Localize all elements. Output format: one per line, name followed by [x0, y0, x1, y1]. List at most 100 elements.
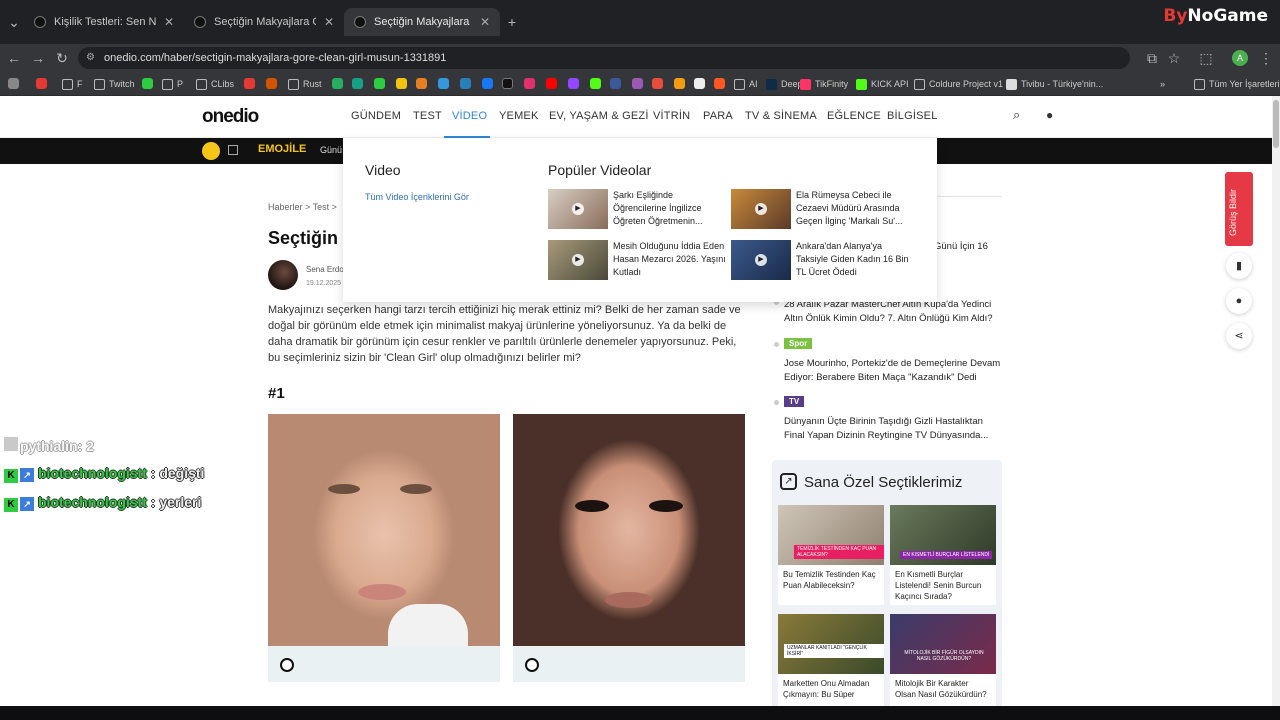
apps-icon[interactable] — [8, 78, 19, 89]
popular-video-item[interactable]: ▶ Mesih Olduğunu İddia Eden Hasan Mezarc… — [548, 240, 728, 282]
emojile-logo[interactable]: EMOJİLE — [258, 143, 306, 155]
nav-tv-sinema[interactable]: TV & SİNEMA — [745, 110, 817, 122]
github-icon[interactable] — [694, 78, 705, 89]
url-field[interactable]: ⚙ onedio.com/haber/sectigin-makyajlara-g… — [78, 47, 1130, 69]
all-bookmarks[interactable]: Tüm Yer İşaretleri — [1194, 76, 1280, 92]
answer-radio-2[interactable] — [525, 658, 539, 672]
forward-icon[interactable]: → — [28, 48, 48, 68]
nav-video[interactable]: VİDEO — [452, 110, 487, 122]
bookmark-coldure[interactable]: Coldure Project v1 — [914, 76, 1003, 92]
nav-test[interactable]: TEST — [413, 110, 442, 122]
video-thumbnail: ▶ — [731, 240, 791, 280]
share-icon[interactable]: ⋖ — [1226, 323, 1252, 349]
bookmark-icon[interactable] — [142, 78, 153, 89]
youtube-icon[interactable] — [546, 78, 557, 89]
site-info-icon[interactable]: ⚙ — [86, 47, 95, 69]
facebook-icon[interactable] — [482, 78, 493, 89]
bookmark-icon[interactable] — [396, 78, 407, 89]
category-badge-spor[interactable]: Spor — [784, 338, 813, 349]
answer-option-1[interactable] — [268, 414, 500, 682]
bookmark-icon[interactable] — [352, 78, 363, 89]
bookmark-icon[interactable] — [652, 78, 663, 89]
bookmark-icon[interactable] — [438, 78, 449, 89]
bookmark-icon[interactable] — [714, 78, 725, 89]
popular-video-item[interactable]: ▶ Şarkı Eşliğinde Öğrencilerine İngilizc… — [548, 189, 728, 231]
chat-message: K ↗ biotechnologistt : yerleri — [4, 494, 201, 512]
pick-card[interactable]: MİTOLOJİK BİR FİGÜR OLSAYDIN NASIL GÖZÜK… — [890, 614, 996, 714]
bookmark-icon[interactable] — [332, 78, 343, 89]
menu-icon[interactable]: ⋮ — [1256, 48, 1276, 68]
bookmark-icon[interactable] — [460, 78, 471, 89]
answer-radio-1[interactable] — [280, 658, 294, 672]
bookmark-icon[interactable] — [266, 78, 277, 89]
bookmark-folder[interactable]: P — [162, 76, 183, 92]
all-videos-link[interactable]: Tüm Video İçeriklerini Gör — [365, 192, 469, 202]
bookmark-star-icon[interactable]: ☆ — [1164, 48, 1184, 68]
answer-option-2[interactable] — [513, 414, 745, 682]
bookmark-icon[interactable] — [36, 78, 47, 89]
back-icon[interactable]: ← — [4, 48, 24, 68]
close-tab-icon[interactable]: ✕ — [324, 15, 334, 29]
bookmark-tivibu[interactable]: Tivibu - Türkiye'nin... — [1006, 76, 1103, 92]
install-icon[interactable]: ⧉ — [1142, 48, 1162, 68]
reload-icon[interactable]: ↻ — [52, 48, 72, 68]
profile-avatar[interactable]: A — [1232, 50, 1248, 66]
new-tab-button[interactable]: + — [502, 12, 522, 32]
promo-text: Günü — [320, 145, 343, 155]
extensions-icon[interactable]: ⬚ — [1196, 48, 1216, 68]
pick-card[interactable]: TEMİZLİK TESTİNDEN KAÇ PUAN ALACAKSIN? B… — [778, 505, 884, 605]
bookmark-icon[interactable] — [610, 78, 621, 89]
tiktok-icon[interactable] — [502, 78, 513, 89]
nav-bilgisel[interactable]: BİLGİSEL — [887, 110, 938, 122]
bookmark-rust[interactable]: Rust — [288, 76, 322, 92]
close-tab-icon[interactable]: ✕ — [480, 15, 490, 29]
bookmark-ai[interactable]: AI — [734, 76, 758, 92]
close-tab-icon[interactable]: ✕ — [164, 15, 174, 29]
article-intro: Makyajınızı seçerken hangi tarzı tercih … — [268, 304, 741, 364]
bookmark-icon[interactable] — [374, 78, 385, 89]
bookmark-kick-api[interactable]: KICK API — [856, 76, 909, 92]
nav-eglence[interactable]: EĞLENCE — [827, 110, 881, 122]
bookmark-clibs[interactable]: CLibs — [196, 76, 234, 92]
bookmark-twitch[interactable]: Twitch — [94, 76, 135, 92]
author-avatar[interactable] — [268, 260, 298, 290]
video-title: Ankara'dan Alanya'ya Taksiyle Giden Kadı… — [796, 241, 909, 277]
user-icon[interactable]: ● — [1046, 108, 1053, 122]
kick-icon[interactable] — [590, 78, 601, 89]
bookmark-icon[interactable] — [244, 78, 255, 89]
bookmark-folder[interactable]: F — [62, 76, 83, 92]
emoji-icon — [202, 142, 220, 160]
popular-video-item[interactable]: ▶ Ankara'dan Alanya'ya Taksiyle Giden Ka… — [731, 240, 911, 282]
nav-yemek[interactable]: YEMEK — [499, 110, 539, 122]
bookmark-tikfinity[interactable]: TikFinity — [800, 76, 848, 92]
popular-video-item[interactable]: ▶ Ela Rümeysa Cebeci ile Cezaevi Müdürü … — [731, 189, 911, 231]
instagram-icon[interactable] — [524, 78, 535, 89]
pick-card[interactable]: EN KISMETLİ BURÇLAR LİSTELENDİ En Kısmet… — [890, 505, 996, 605]
more-bookmarks-icon[interactable]: » — [1160, 76, 1165, 92]
nav-para[interactable]: PARA — [703, 110, 733, 122]
browser-tab-1[interactable]: Kişilik Testleri: Sen Nasıl Birisin? ✕ — [24, 8, 184, 36]
nav-gundem[interactable]: GÜNDEM — [351, 110, 401, 122]
video-mega-menu: Video Tüm Video İçeriklerini Gör Popüler… — [343, 138, 937, 302]
bookmark-icon[interactable] — [674, 78, 685, 89]
browser-tab-3-active[interactable]: Seçtiğin Makyajlara Göre Clean... ✕ — [344, 8, 500, 36]
category-badge-tv[interactable]: TV — [784, 396, 805, 407]
comments-icon[interactable]: ● — [1226, 288, 1252, 314]
personal-picks-title: Sana Özel Seçtiklerimiz — [804, 474, 963, 491]
search-icon[interactable]: ⌕ — [1013, 107, 1020, 123]
breadcrumb[interactable]: Haberler > Test > — [268, 202, 337, 212]
pick-card[interactable]: UZMANLAR KANITLADI "GENÇLİK İKSİRİ" Mark… — [778, 614, 884, 714]
pick-card-title: En Kısmetli Burçlar Listelendi! Senin Bu… — [895, 570, 982, 601]
bookmark-icon[interactable] — [416, 78, 427, 89]
bookmark-save-icon[interactable]: ▮ — [1226, 253, 1252, 279]
nav-vitrin[interactable]: VİTRİN — [653, 110, 690, 122]
bookmark-icon[interactable] — [632, 78, 643, 89]
nav-ev-yasam-gezi[interactable]: EV, YAŞAM & GEZİ — [549, 110, 649, 122]
page-scrollbar[interactable] — [1272, 96, 1280, 706]
author-name[interactable]: Sena Erdo — [306, 265, 344, 274]
onedio-logo[interactable]: onedio — [202, 106, 259, 128]
twitch-icon[interactable] — [568, 78, 579, 89]
tab-search-icon[interactable]: ⌄ — [4, 12, 24, 32]
browser-tab-2[interactable]: Seçtiğin Makyajlara Göre Clean... ✕ — [184, 8, 344, 36]
scrollbar-thumb[interactable] — [1273, 100, 1279, 148]
